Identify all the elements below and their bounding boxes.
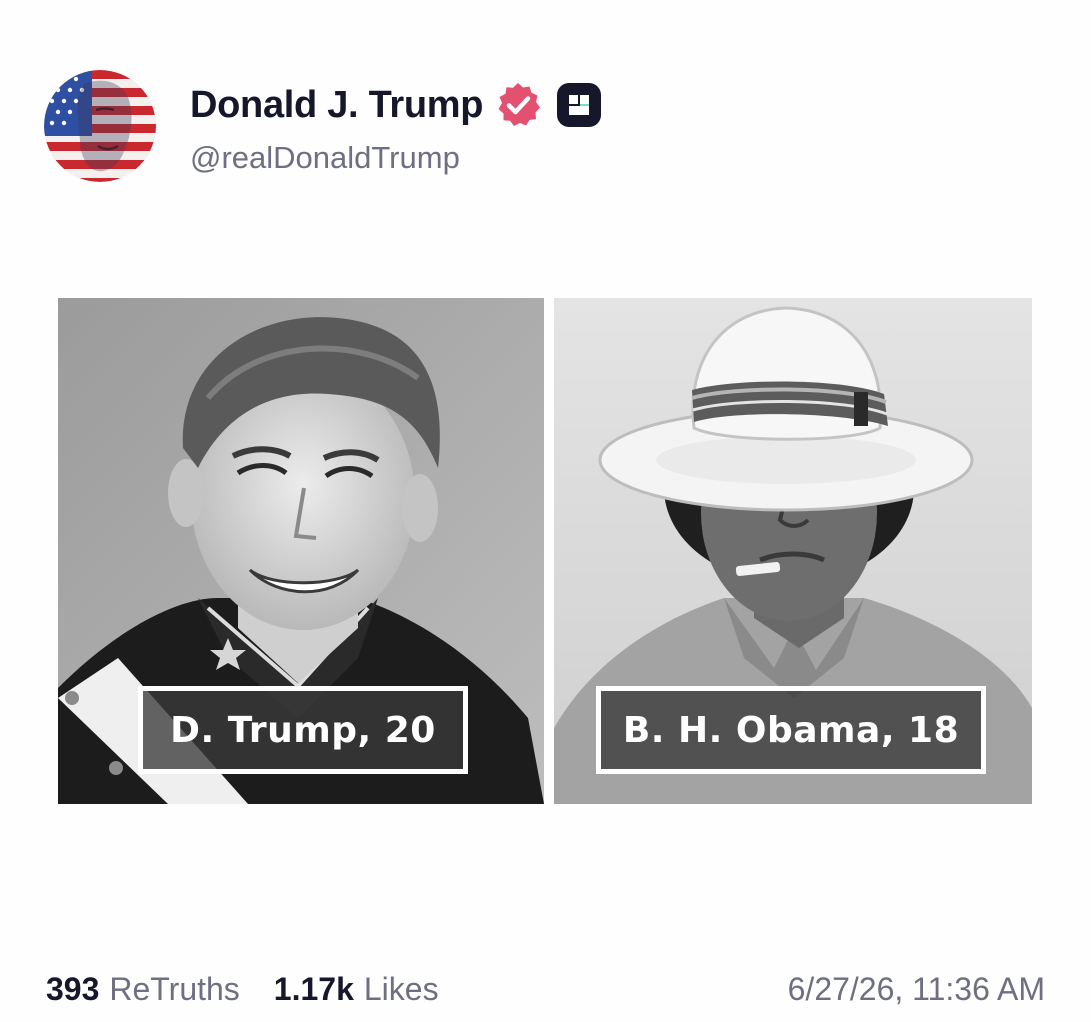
- likes-count: 1.17k: [273, 970, 354, 1007]
- retruths-stat[interactable]: 393 ReTruths: [46, 971, 240, 1008]
- media-grid: D. Trump, 20 B. H. Obama, 18: [58, 298, 1032, 804]
- author-avatar[interactable]: [44, 70, 156, 182]
- caption-left-text: D. Trump, 20: [170, 709, 436, 751]
- likes-stat[interactable]: 1.17k Likes: [274, 971, 439, 1008]
- photo-right[interactable]: B. H. Obama, 18: [554, 298, 1032, 804]
- caption-right: B. H. Obama, 18: [596, 686, 986, 774]
- post-timestamp[interactable]: 6/27/26, 11:36 AM: [788, 966, 1045, 1012]
- verified-check-badge-icon: [493, 80, 543, 130]
- author-handle[interactable]: @realDonaldTrump: [190, 140, 460, 176]
- post-stats: 393 ReTruths 1.17k Likes: [46, 966, 473, 1012]
- retruths-label: ReTruths: [109, 970, 240, 1007]
- author-display-name[interactable]: Donald J. Trump: [190, 84, 484, 127]
- caption-left: D. Trump, 20: [138, 686, 468, 774]
- post-card: Donald J. Trump @realDonaldTrump D. Trum…: [0, 0, 1091, 1022]
- author-name-row: Donald J. Trump: [190, 78, 603, 132]
- retruths-count: 393: [46, 970, 100, 1007]
- flag-portrait-icon: [44, 70, 156, 182]
- caption-right-text: B. H. Obama, 18: [622, 709, 960, 751]
- truth-plus-badge-icon: [555, 81, 603, 129]
- likes-label: Likes: [363, 970, 439, 1007]
- photo-left[interactable]: D. Trump, 20: [58, 298, 544, 804]
